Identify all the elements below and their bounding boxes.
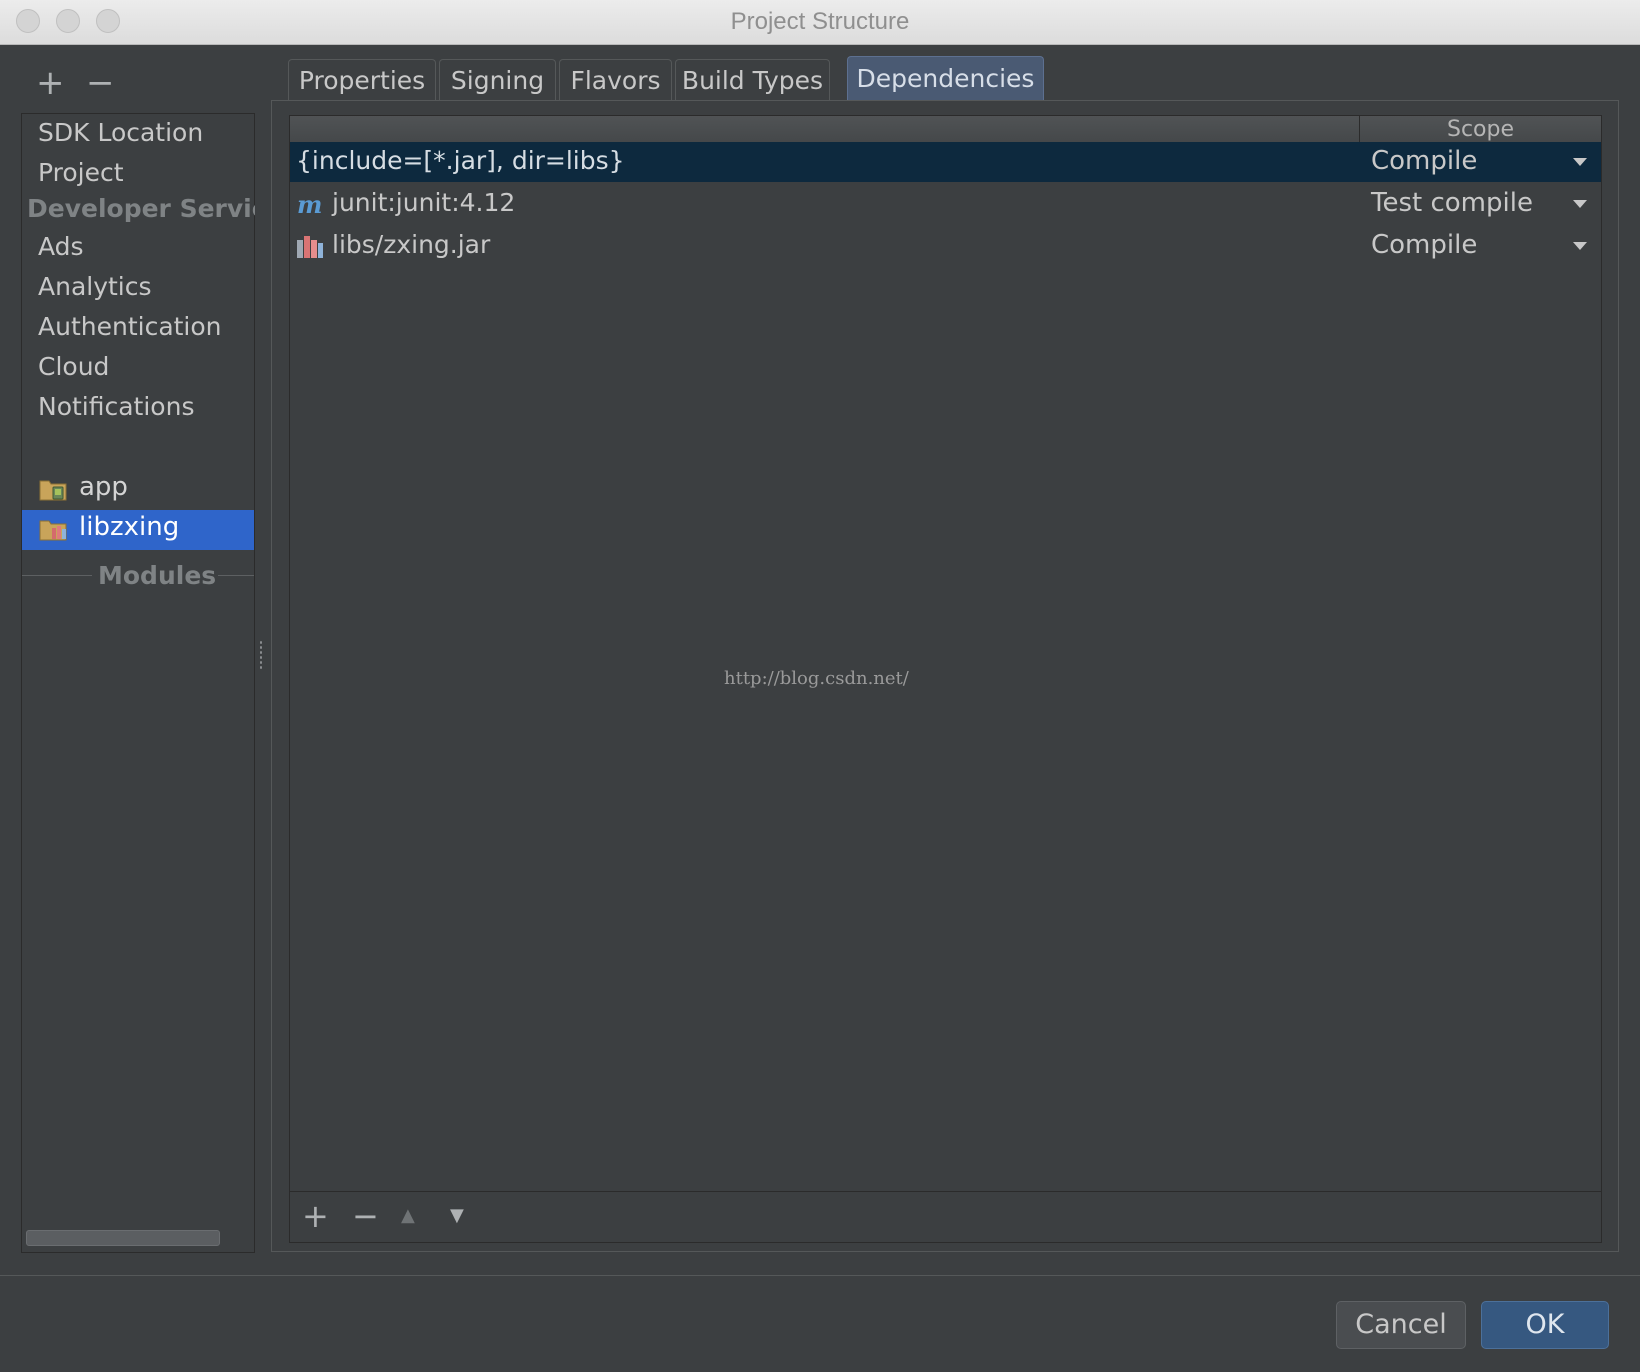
tab-properties[interactable]: Properties (288, 59, 436, 101)
dependency-name: junit:junit:4.12 (332, 188, 516, 217)
scope-column-header[interactable]: Scope (1360, 117, 1601, 142)
svg-text:m: m (297, 192, 322, 218)
add-module-button[interactable]: + (36, 66, 65, 100)
sidebar-item-cloud[interactable]: Cloud (38, 352, 109, 381)
sidebar-item-project[interactable]: Project (38, 158, 124, 187)
table-row[interactable]: libs/zxing.jar Compile (290, 226, 1601, 266)
separator-line (218, 575, 254, 576)
dependency-name: {include=[*.jar], dir=libs} (296, 146, 625, 175)
module-label: libzxing (79, 512, 180, 542)
scope-select[interactable]: Compile (1371, 146, 1477, 176)
module-item-app[interactable]: app (22, 470, 254, 510)
modules-separator: Modules (22, 561, 254, 591)
chevron-down-icon[interactable] (1573, 200, 1587, 208)
dependencies-panel: Scope {include=[*.jar], dir=libs} Compil… (271, 100, 1619, 1252)
separator-line (22, 575, 92, 576)
chevron-down-icon[interactable] (1573, 158, 1587, 166)
tab-signing[interactable]: Signing (439, 59, 556, 101)
footer-divider (0, 1275, 1640, 1276)
android-module-icon (39, 478, 69, 502)
sidebar: SDK Location Project Developer Servic Ad… (21, 113, 255, 1253)
window-titlebar: Project Structure (0, 0, 1640, 45)
modules-header: Modules (98, 561, 217, 590)
ok-button[interactable]: OK (1481, 1301, 1609, 1349)
dependencies-toolbar: + − ▲ ▼ (290, 1191, 1601, 1242)
move-up-button[interactable]: ▲ (401, 1207, 415, 1225)
move-down-button[interactable]: ▼ (450, 1207, 464, 1225)
sidebar-horizontal-scrollbar[interactable] (26, 1230, 220, 1246)
tab-dependencies[interactable]: Dependencies (847, 56, 1044, 101)
module-item-libzxing[interactable]: libzxing (22, 510, 254, 550)
tab-build-types[interactable]: Build Types (675, 59, 830, 101)
sidebar-item-analytics[interactable]: Analytics (38, 272, 152, 301)
scope-select[interactable]: Test compile (1371, 188, 1533, 218)
table-row[interactable]: {include=[*.jar], dir=libs} Compile (290, 142, 1601, 182)
watermark: http://blog.csdn.net/ (724, 668, 909, 689)
remove-dependency-button[interactable]: − (352, 1200, 379, 1232)
add-dependency-button[interactable]: + (302, 1200, 329, 1232)
jar-library-icon (296, 234, 324, 260)
library-module-icon (39, 518, 69, 542)
cancel-button[interactable]: Cancel (1336, 1301, 1466, 1349)
module-label: app (79, 472, 128, 502)
splitter-handle[interactable] (259, 640, 263, 670)
table-header: Scope (290, 116, 1601, 143)
sidebar-item-authentication[interactable]: Authentication (38, 312, 222, 341)
chevron-down-icon[interactable] (1573, 242, 1587, 250)
scope-select[interactable]: Compile (1371, 230, 1477, 260)
dependencies-table: Scope {include=[*.jar], dir=libs} Compil… (289, 115, 1602, 1243)
dependency-name: libs/zxing.jar (332, 230, 491, 259)
tab-flavors[interactable]: Flavors (559, 59, 672, 101)
sidebar-item-sdk-location[interactable]: SDK Location (38, 118, 203, 147)
maven-icon: m (296, 190, 324, 219)
table-row[interactable]: m junit:junit:4.12 Test compile (290, 184, 1601, 224)
developer-services-header: Developer Servic (27, 194, 255, 223)
sidebar-item-ads[interactable]: Ads (38, 232, 84, 261)
sidebar-item-notifications[interactable]: Notifications (38, 392, 194, 421)
window-title: Project Structure (730, 8, 910, 35)
remove-module-button[interactable]: − (86, 66, 115, 100)
